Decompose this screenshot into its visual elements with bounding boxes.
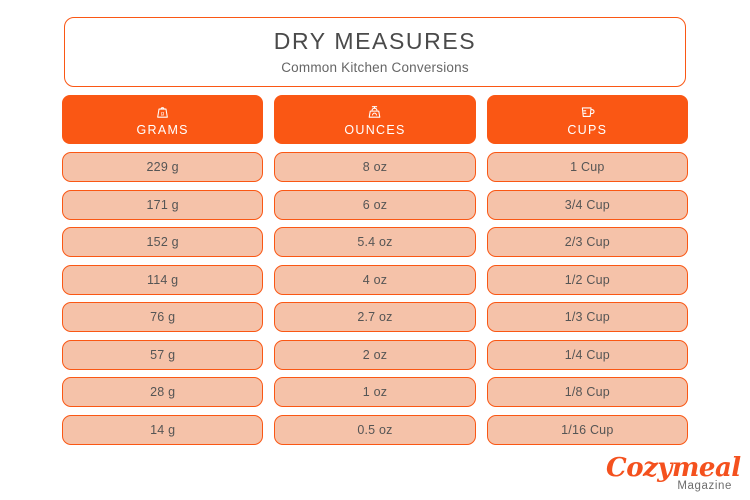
table-cell-cups: 1/8 Cup bbox=[486, 377, 688, 407]
column-cups: CUPS 1 Cup 3/4 Cup 2/3 Cup 1/2 Cup 1/3 C… bbox=[486, 95, 688, 445]
table-cell-ounces: 2.7 oz bbox=[274, 302, 476, 332]
table-cell-cups: 1 Cup bbox=[486, 152, 688, 182]
page-subtitle: Common Kitchen Conversions bbox=[281, 60, 469, 76]
table-cell-grams: 76 g bbox=[62, 302, 264, 332]
table-cell-grams: 28 g bbox=[62, 377, 264, 407]
table-cell-ounces: 6 oz bbox=[274, 189, 476, 220]
table-cell-grams: 114 g bbox=[62, 264, 264, 295]
table-cell-cups: 1/16 Cup bbox=[486, 414, 688, 445]
table-cell-grams: 57 g bbox=[62, 339, 264, 370]
table-cell-cups: 1/3 Cup bbox=[486, 302, 688, 332]
table-cell-cups: 3/4 Cup bbox=[486, 189, 688, 220]
table-cell-ounces: 1 oz bbox=[274, 377, 476, 407]
table-cell-ounces: 2 oz bbox=[274, 339, 476, 370]
weight-icon: g bbox=[154, 103, 171, 120]
svg-text:g: g bbox=[161, 111, 164, 117]
table-cell-ounces: 0.5 oz bbox=[274, 414, 476, 445]
table-cell-cups: 2/3 Cup bbox=[486, 227, 688, 257]
table-cell-ounces: 8 oz bbox=[274, 152, 476, 182]
table-cell-cups: 1/4 Cup bbox=[486, 339, 688, 370]
logo-brand-text: Cozymeal bbox=[606, 453, 741, 483]
column-header-ounces: OUNCES bbox=[274, 95, 476, 144]
title-card: DRY MEASURES Common Kitchen Conversions bbox=[64, 17, 686, 87]
table-cell-grams: 229 g bbox=[62, 152, 264, 182]
column-header-grams: g GRAMS bbox=[62, 95, 264, 144]
conversion-table: g GRAMS 229 g 171 g 152 g 114 g 76 g 57 … bbox=[62, 95, 688, 445]
table-cell-ounces: 4 oz bbox=[274, 264, 476, 295]
column-label-ounces: OUNCES bbox=[344, 122, 406, 137]
table-cell-ounces: 5.4 oz bbox=[274, 227, 476, 257]
column-ounces: OUNCES 8 oz 6 oz 5.4 oz 4 oz 2.7 oz 2 oz… bbox=[274, 95, 476, 445]
column-label-grams: GRAMS bbox=[136, 122, 189, 137]
table-cell-grams: 152 g bbox=[62, 227, 264, 257]
column-header-cups: CUPS bbox=[486, 95, 688, 144]
measuring-cup-icon bbox=[579, 103, 596, 120]
infographic-page: DRY MEASURES Common Kitchen Conversions … bbox=[0, 0, 750, 500]
column-grams: g GRAMS 229 g 171 g 152 g 114 g 76 g 57 … bbox=[62, 95, 264, 445]
page-title: DRY MEASURES bbox=[273, 27, 477, 54]
column-label-cups: CUPS bbox=[567, 122, 608, 137]
table-cell-grams: 14 g bbox=[62, 414, 264, 445]
cozymeal-logo: Cozymeal Magazine bbox=[606, 453, 741, 492]
table-cell-cups: 1/2 Cup bbox=[486, 264, 688, 295]
table-cell-grams: 171 g bbox=[62, 189, 264, 220]
kitchen-scale-icon bbox=[366, 103, 383, 120]
